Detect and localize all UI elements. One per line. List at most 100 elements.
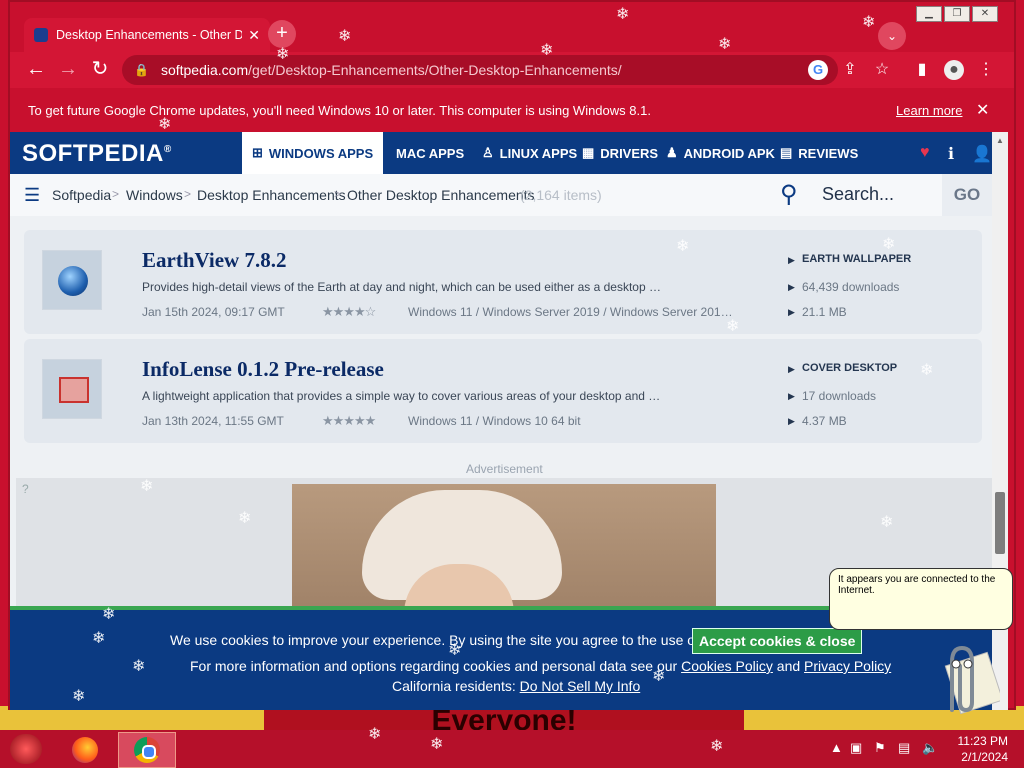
chrome-icon (134, 737, 160, 763)
app-name[interactable]: EarthView 7.8.2 (142, 248, 286, 273)
snowflake-icon: ❄ (430, 736, 444, 753)
network-icon[interactable]: ▤ (898, 740, 910, 756)
app-description: Provides high-detail views of the Earth … (142, 280, 662, 294)
snowflake-icon: ❄ (102, 606, 116, 623)
snowflake-icon: ❄ (92, 630, 106, 647)
heart-icon[interactable]: ♥ (920, 144, 930, 162)
share-icon[interactable]: ⇪ (840, 60, 860, 80)
android-icon: ♟ (666, 145, 678, 160)
snowflake-icon: ❄ (132, 658, 146, 675)
softpedia-favicon-icon (34, 28, 48, 42)
breadcrumb-other-desktop-enhancements[interactable]: Other Desktop Enhancements (347, 187, 535, 203)
reload-button[interactable]: ↻ (88, 58, 112, 82)
browser-tab[interactable]: Desktop Enhancements - Other Desktop Enh… (24, 18, 270, 52)
app-category[interactable]: EARTH WALLPAPER (802, 253, 911, 265)
breadcrumb-windows[interactable]: Windows (126, 187, 183, 203)
chevron-right-icon: ▶ (788, 416, 795, 426)
breadcrumb-desktop-enhancements[interactable]: Desktop Enhancements (197, 187, 346, 203)
breadcrumb-softpedia[interactable]: Softpedia (52, 187, 111, 203)
nav-android-apk[interactable]: ♟ ANDROID APK (666, 132, 775, 174)
breadcrumb-separator: > (184, 187, 192, 201)
forward-button[interactable]: → (56, 58, 80, 82)
hamburger-menu-icon[interactable]: ☰ (24, 185, 40, 206)
breadcrumb-separator: > (334, 187, 342, 201)
accept-cookies-button[interactable]: Accept cookies & close (692, 628, 863, 654)
list-item[interactable]: EarthView 7.8.2 Provides high-detail vie… (24, 230, 982, 334)
snowflake-icon: ❄ (862, 14, 876, 31)
cookies-policy-link[interactable]: Cookies Policy (681, 658, 773, 674)
taskbar: ▲ ▣ ⚑ ▤ 🔈 11:23 PM 2/1/2024 (0, 730, 1024, 768)
back-button[interactable]: ← (24, 58, 48, 82)
tab-close-icon[interactable]: ✕ (248, 27, 260, 44)
scroll-up-icon[interactable]: ▲ (996, 136, 1004, 145)
privacy-policy-link[interactable]: Privacy Policy (804, 658, 891, 674)
linux-icon: ♙ (482, 145, 494, 160)
rating-stars: ★★★★☆ (322, 304, 376, 319)
chevron-right-icon: ▶ (788, 364, 795, 374)
snowflake-icon: ❄ (140, 478, 154, 495)
nav-linux-apps[interactable]: ♙ LINUX APPS (482, 132, 577, 174)
bookmark-star-icon[interactable]: ☆ (872, 60, 892, 80)
close-window-button[interactable]: ✕ (972, 6, 998, 22)
paperclip-assistant-icon[interactable] (930, 640, 1000, 724)
infobar-close-icon[interactable]: ✕ (976, 100, 989, 120)
app-category[interactable]: COVER DESKTOP (802, 362, 897, 374)
softpedia-logo[interactable]: SOFTPEDIA® (22, 140, 172, 168)
app-date: Jan 15th 2024, 09:17 GMT (142, 305, 285, 319)
scroll-thumb[interactable] (995, 492, 1005, 554)
tab-title: Desktop Enhancements - Other Desktop Enh… (56, 28, 243, 42)
app-name[interactable]: InfoLense 0.1.2 Pre-release (142, 357, 384, 382)
lock-icon: 🔒 (134, 63, 149, 77)
snowflake-icon: ❄ (726, 318, 740, 335)
app-downloads: 64,439 downloads (802, 280, 900, 294)
snowflake-icon: ❄ (652, 668, 666, 685)
nav-drivers[interactable]: ▦ DRIVERS (582, 132, 658, 174)
snowflake-icon: ❄ (616, 6, 630, 23)
minimize-button[interactable]: ▁ (916, 6, 942, 22)
nav-reviews[interactable]: ▤ REVIEWS (780, 132, 858, 174)
tab-search-button[interactable]: ⌄ (878, 22, 906, 50)
action-center-flag-icon[interactable]: ⚑ (874, 740, 886, 756)
assistant-speech-bubble[interactable]: It appears you are connected to the Inte… (829, 568, 1013, 630)
do-not-sell-link[interactable]: Do Not Sell My Info (520, 678, 641, 694)
windows-icon: ⊞ (252, 145, 263, 160)
info-icon[interactable]: ℹ (948, 144, 954, 164)
app-size: 21.1 MB (802, 305, 847, 319)
volume-icon[interactable]: 🔈 (922, 740, 938, 756)
user-icon[interactable]: 👤 (972, 144, 992, 164)
address-bar[interactable]: 🔒 softpedia.com/get/Desktop-Enhancements… (122, 55, 838, 85)
firefox-icon (72, 737, 98, 763)
snowflake-icon: ❄ (880, 514, 894, 531)
list-item[interactable]: InfoLense 0.1.2 Pre-release A lightweigh… (24, 339, 982, 443)
go-button[interactable]: GO (942, 174, 992, 216)
search-icon[interactable]: ⚲ (780, 180, 798, 209)
app-os: Windows 11 / Windows 10 64 bit (408, 414, 581, 428)
app-thumbnail[interactable] (42, 359, 102, 419)
nav-windows-apps[interactable]: ⊞ WINDOWS APPS (242, 132, 384, 174)
cookie-info-text: For more information and options regardi… (190, 658, 678, 674)
profile-avatar[interactable]: ● (944, 60, 964, 80)
breadcrumb: ☰ Softpedia > Windows > Desktop Enhancem… (10, 174, 992, 216)
tray-overflow-icon[interactable]: ▲ (830, 740, 843, 755)
clock-date: 2/1/2024 (961, 750, 1008, 764)
maximize-button[interactable]: ❐ (944, 6, 970, 22)
learn-more-link[interactable]: Learn more (896, 103, 962, 118)
snowflake-icon: ❄ (920, 362, 934, 379)
tray-app-icon[interactable]: ▣ (850, 740, 862, 756)
taskbar-chrome[interactable] (118, 732, 176, 768)
url-host: softpedia.com (160, 62, 249, 78)
taskbar-clock[interactable]: 11:23 PM 2/1/2024 (948, 733, 1008, 765)
menu-kebab-icon[interactable]: ⋮ (976, 60, 996, 80)
taskbar-firefox[interactable] (56, 732, 114, 768)
app-size: 4.37 MB (802, 414, 847, 428)
start-button[interactable] (10, 734, 42, 764)
side-panel-icon[interactable]: ▮ (912, 60, 932, 80)
ad-info-icon[interactable]: ? (22, 482, 29, 496)
snowflake-icon: ❄ (158, 116, 172, 133)
nav-mac-apps[interactable]: MAC APPS (390, 132, 464, 174)
search-input[interactable]: Search... (822, 184, 894, 205)
snowflake-icon: ❄ (276, 46, 290, 63)
cookie-info-line: For more information and options regardi… (190, 658, 891, 674)
google-icon[interactable]: G (808, 60, 828, 80)
app-thumbnail[interactable] (42, 250, 102, 310)
